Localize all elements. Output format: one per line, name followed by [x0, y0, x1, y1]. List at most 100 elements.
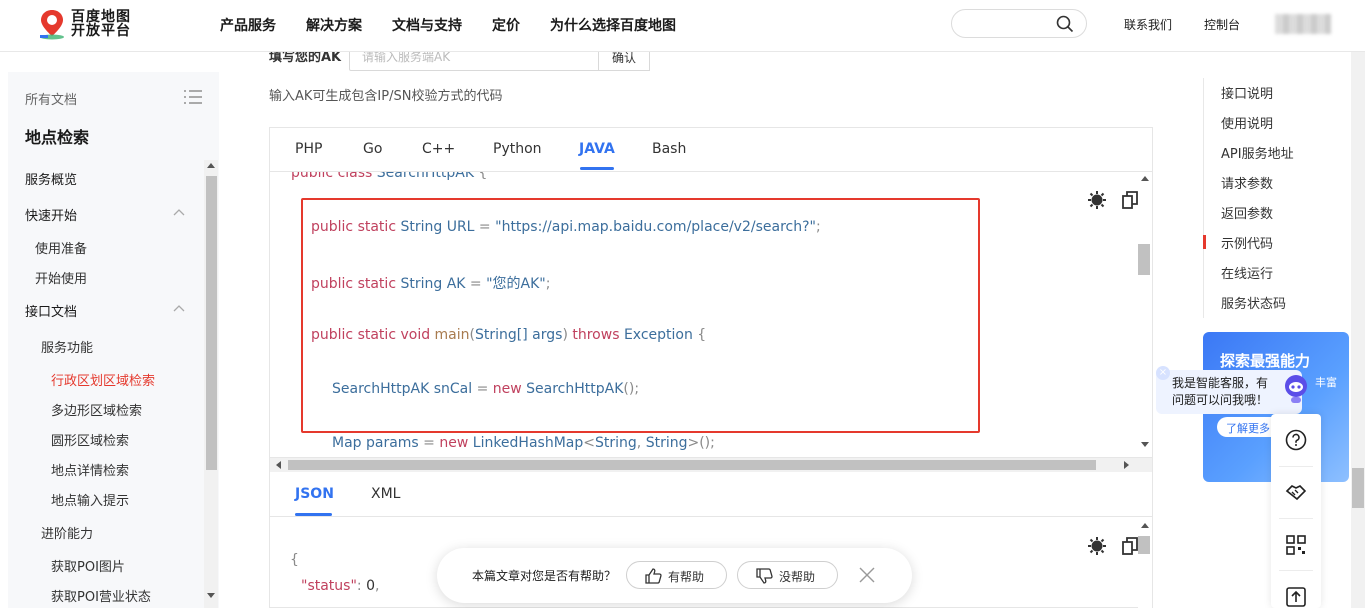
sidebar-item-overview[interactable]: 服务概览 [25, 169, 77, 188]
json-vertical-scrollbar[interactable] [1138, 517, 1152, 608]
not-helpful-label: 没帮助 [779, 570, 816, 584]
sidebar-scrollbar-thumb[interactable] [206, 176, 217, 470]
response-format-tabs: JSON XML [270, 472, 1152, 517]
chatbot-message: 我是智能客服，有 问题可以问我哦！ [1172, 376, 1269, 407]
toc-item[interactable]: 使用说明 [1221, 113, 1273, 132]
active-tab-indicator [580, 167, 614, 170]
tab-cpp[interactable]: C++ [422, 141, 455, 157]
sidebar-group-advanced[interactable]: 进阶能力 [41, 523, 93, 542]
sidebar-item-polygon-search[interactable]: 多边形区域检索 [51, 400, 142, 419]
code-token: >(); [687, 435, 715, 451]
tab-bash[interactable]: Bash [652, 141, 686, 157]
toc-item[interactable]: 接口说明 [1221, 83, 1273, 102]
json-value: 0 [366, 578, 375, 594]
toc-item-active[interactable]: 示例代码 [1221, 233, 1273, 252]
toc-item[interactable]: 在线运行 [1221, 263, 1273, 282]
page-scrollbar[interactable] [1351, 52, 1365, 608]
scroll-down-arrow-icon[interactable] [1141, 442, 1149, 448]
scroll-up-arrow-icon[interactable] [1141, 176, 1149, 182]
code-token: params [361, 435, 419, 451]
nav-item-products[interactable]: 产品服务 [220, 15, 276, 35]
theme-toggle-icon[interactable] [1088, 537, 1106, 555]
toc-item[interactable]: 服务状态码 [1221, 293, 1286, 312]
nav-item-why[interactable]: 为什么选择百度地图 [550, 15, 676, 35]
json-vertical-scrollbar-thumb[interactable] [1138, 536, 1150, 554]
list-icon[interactable] [184, 90, 202, 104]
console-link[interactable]: 控制台 [1204, 16, 1240, 33]
chatbot-close-icon[interactable]: × [1156, 366, 1170, 380]
tab-python[interactable]: Python [493, 141, 542, 157]
robot-icon[interactable] [1281, 373, 1311, 405]
toc-item[interactable]: 返回参数 [1221, 203, 1273, 222]
code-vertical-scrollbar[interactable] [1138, 172, 1152, 458]
nav-item-pricing[interactable]: 定价 [492, 15, 520, 35]
page-scrollbar-thumb[interactable] [1352, 468, 1364, 508]
chevron-up-icon[interactable] [173, 207, 185, 219]
tab-json[interactable]: JSON [295, 486, 334, 502]
help-icon[interactable] [1285, 429, 1307, 451]
search-icon[interactable] [1056, 15, 1074, 33]
json-comma: , [375, 578, 380, 594]
sidebar-item-api-docs[interactable]: 接口文档 [25, 301, 77, 320]
code-token: , [636, 435, 646, 451]
sidebar-item-region-search[interactable]: 行政区划区域检索 [51, 370, 155, 389]
close-icon[interactable] [858, 566, 876, 584]
sidebar-item-detail-search[interactable]: 地点详情检索 [51, 460, 129, 479]
all-docs-label[interactable]: 所有文档 [25, 89, 77, 108]
toc-item[interactable]: API服务地址 [1221, 143, 1294, 162]
chevron-up-icon[interactable] [173, 303, 185, 315]
thumbs-up-icon [645, 568, 662, 584]
scroll-up-arrow-icon[interactable] [1141, 523, 1149, 529]
sidebar-item-circle-search[interactable]: 圆形区域检索 [51, 430, 129, 449]
sidebar-item-quickstart[interactable]: 快速开始 [25, 205, 77, 224]
qr-code-icon[interactable] [1285, 534, 1307, 556]
logo[interactable]: 百度地图 开放平台 [37, 8, 131, 40]
tab-java[interactable]: JAVA [579, 141, 615, 157]
scroll-up-arrow-icon[interactable] [207, 163, 215, 169]
sidebar-item-poi-image[interactable]: 获取POI图片 [51, 556, 125, 575]
page-toc: 接口说明 使用说明 API服务地址 请求参数 返回参数 示例代码 在线运行 服务… [1203, 78, 1343, 318]
top-header: 百度地图 开放平台 产品服务 解决方案 文档与支持 定价 为什么选择百度地图 联… [0, 0, 1365, 52]
tab-php[interactable]: PHP [295, 141, 322, 157]
tab-go[interactable]: Go [363, 141, 382, 157]
contact-link[interactable]: 联系我们 [1124, 16, 1172, 33]
code-token: = [418, 435, 440, 451]
nav-item-docs[interactable]: 文档与支持 [392, 15, 462, 35]
nav-item-solutions[interactable]: 解决方案 [306, 15, 362, 35]
sidebar-group-features[interactable]: 服务功能 [41, 337, 93, 356]
scroll-down-arrow-icon[interactable] [207, 593, 215, 599]
back-to-top-icon[interactable] [1285, 586, 1307, 608]
logo-line1: 百度地图 [71, 9, 131, 25]
code-language-tabs: PHP Go C++ Python JAVA Bash [270, 128, 1152, 172]
theme-toggle-icon[interactable] [1088, 191, 1106, 209]
search-input[interactable] [951, 9, 1087, 38]
helpful-label: 有帮助 [668, 570, 705, 584]
code-view[interactable]: public class SearchHttpAK { public stati… [270, 172, 1138, 458]
sidebar-item-suggestion[interactable]: 地点输入提示 [51, 490, 129, 509]
handshake-icon[interactable] [1285, 480, 1307, 502]
scroll-right-arrow-icon[interactable] [1124, 461, 1130, 469]
avatar[interactable] [1275, 14, 1331, 34]
sidebar-item-start[interactable]: 开始使用 [35, 268, 87, 287]
sidebar-item-poi-status[interactable]: 获取POI营业状态 [51, 586, 151, 605]
helpful-button[interactable]: 有帮助 [626, 561, 727, 589]
code-token: < [583, 435, 595, 451]
logo-text: 百度地图 开放平台 [71, 10, 131, 38]
doc-sidebar: 所有文档 地点检索 服务概览 快速开始 使用准备 开始使用 接口文档 服务功能 … [8, 72, 219, 608]
toc-item[interactable]: 请求参数 [1221, 173, 1273, 192]
thumbs-down-icon [756, 568, 773, 584]
tab-xml[interactable]: XML [371, 486, 400, 502]
toolbar-divider [1279, 518, 1313, 519]
code-horizontal-scrollbar-thumb[interactable] [288, 460, 1096, 470]
code-vertical-scrollbar-thumb[interactable] [1138, 244, 1150, 275]
copy-icon[interactable] [1122, 537, 1138, 555]
json-line: { [290, 552, 299, 568]
not-helpful-button[interactable]: 没帮助 [737, 561, 838, 589]
sidebar-title: 地点检索 [25, 128, 90, 147]
highlight-box [301, 198, 980, 433]
sidebar-item-prepare[interactable]: 使用准备 [35, 238, 87, 257]
code-token: public class [291, 172, 377, 181]
ak-hint: 输入AK可生成包含IP/SN校验方式的代码 [269, 89, 503, 104]
copy-icon[interactable] [1122, 191, 1138, 209]
scroll-left-arrow-icon[interactable] [276, 461, 282, 469]
